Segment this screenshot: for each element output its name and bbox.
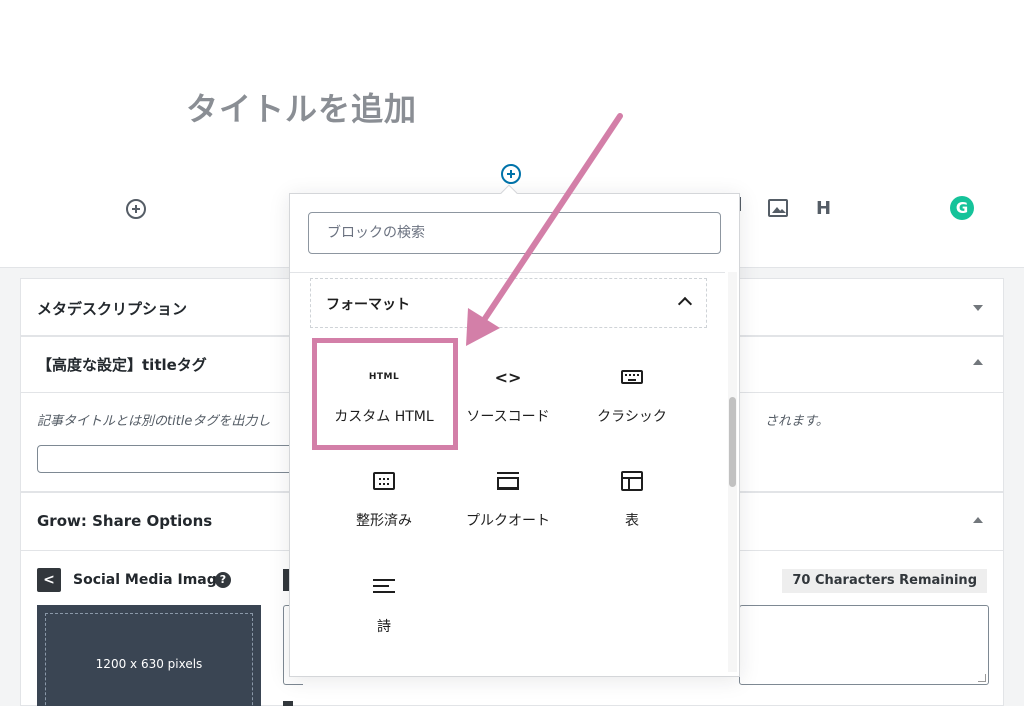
block-label: 詩 [377, 619, 391, 635]
table-icon [621, 470, 643, 492]
collapse-toggle-icon[interactable] [973, 359, 983, 365]
preformatted-icon [373, 470, 395, 492]
resize-handle-icon[interactable] [978, 674, 986, 682]
keyboard-icon [621, 366, 643, 388]
share-icon: < [37, 568, 61, 592]
block-pullquote[interactable]: プルクオート [446, 448, 570, 552]
image-size-label: 1200 x 630 pixels [95, 657, 203, 671]
code-icon: <> [495, 366, 522, 388]
meta-description-title[interactable]: メタデスクリプション [37, 298, 187, 319]
heading-block-icon[interactable]: H [816, 198, 831, 219]
block-classic[interactable]: クラシック [570, 344, 694, 448]
collapse-toggle-icon[interactable] [973, 305, 983, 311]
block-label: クラシック [597, 409, 667, 425]
advanced-settings-description: 記事タイトルとは別のtitleタグを出力し [37, 414, 271, 429]
inline-inserter-plus-icon[interactable] [501, 164, 521, 184]
block-inserter-plus-icon[interactable] [126, 199, 146, 219]
block-label: 表 [625, 513, 639, 529]
annotation-highlight-box [312, 338, 458, 450]
pullquote-icon [497, 470, 519, 492]
chevron-up-icon[interactable] [677, 296, 693, 312]
title-tag-input[interactable] [37, 445, 317, 473]
scrollbar-thumb[interactable] [729, 397, 736, 487]
post-title-placeholder[interactable]: タイトルを追加 [186, 84, 417, 130]
grow-share-title[interactable]: Grow: Share Options [37, 512, 212, 530]
grammarly-icon[interactable]: G [950, 196, 974, 220]
block-label: 整形済み [356, 513, 412, 529]
category-header-formatting[interactable]: フォーマット [310, 278, 707, 328]
inserter-scrollbar[interactable] [728, 272, 737, 672]
advanced-settings-title[interactable]: 【高度な設定】titleタグ [37, 354, 207, 375]
image-block-icon[interactable] [768, 199, 788, 217]
block-label: プルクオート [466, 513, 550, 529]
advanced-settings-description-tail: されます。 [765, 414, 829, 429]
block-preformatted[interactable]: 整形済み [322, 448, 446, 552]
description-field-icon [283, 701, 293, 706]
social-media-image-label: Social Media Image [73, 572, 227, 588]
block-verse[interactable]: 詩 [322, 554, 446, 658]
collapse-toggle-icon[interactable] [973, 517, 983, 523]
block-label: ソースコード [466, 409, 550, 425]
block-search-input[interactable]: ブロックの検索 [308, 212, 721, 254]
code-icon-text: <> [494, 367, 522, 387]
verse-icon [373, 576, 395, 598]
divider [290, 272, 725, 273]
block-source-code[interactable]: <> ソースコード [446, 344, 570, 448]
social-image-upload-area[interactable]: 1200 x 630 pixels [37, 605, 261, 706]
characters-remaining-badge: 70 Characters Remaining [782, 569, 987, 593]
help-icon[interactable]: ? [215, 572, 231, 588]
social-title-textarea[interactable] [739, 605, 989, 685]
category-title: フォーマット [326, 297, 410, 313]
block-table[interactable]: 表 [570, 448, 694, 552]
